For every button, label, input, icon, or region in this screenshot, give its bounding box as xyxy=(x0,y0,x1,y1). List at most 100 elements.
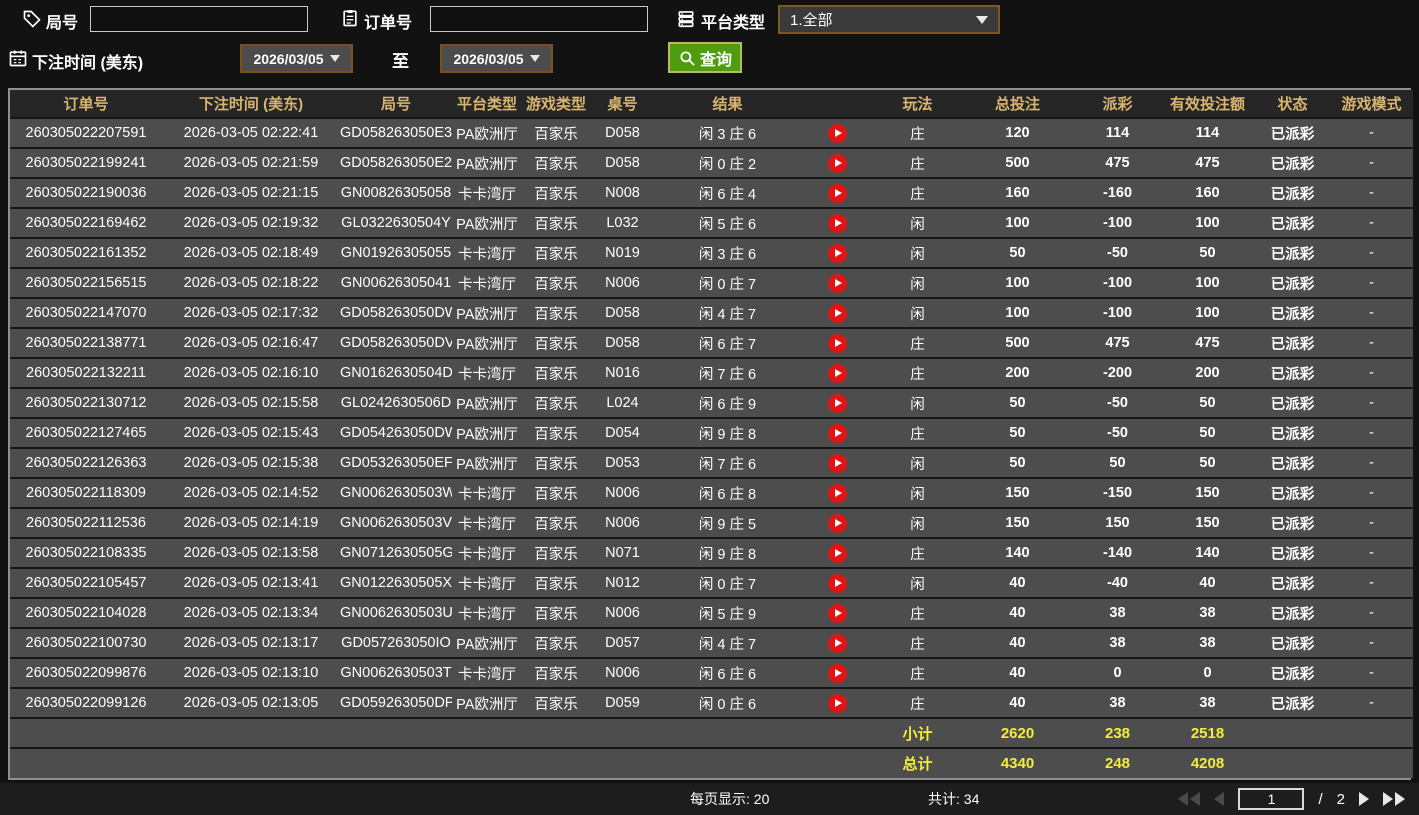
platform-type-select[interactable]: 1.全部 xyxy=(778,5,1000,34)
cell-table-no: D058 xyxy=(590,117,655,148)
cell-game-type: 百家乐 xyxy=(522,417,590,448)
order-number-input[interactable] xyxy=(430,6,648,32)
play-circle-icon[interactable] xyxy=(828,183,847,203)
last-page-icon[interactable] xyxy=(1383,792,1405,806)
cell-game-mode: - xyxy=(1330,327,1413,358)
play-circle-icon[interactable] xyxy=(828,273,847,293)
cell-table-no: D053 xyxy=(590,447,655,478)
cell-total-bet: 160 xyxy=(960,177,1075,208)
table-row: 260305022099126 2026-03-05 02:13:05 GD0592… xyxy=(10,687,1413,718)
cell-game-mode: - xyxy=(1330,567,1413,598)
cell-platform: PA欧洲厅 xyxy=(452,687,522,718)
cell-order-id: 260305022169462 xyxy=(10,207,162,238)
date-to-picker[interactable]: 2026/03/05 xyxy=(440,44,553,73)
play-circle-icon[interactable] xyxy=(828,363,847,383)
cell-status: 已派彩 xyxy=(1255,507,1330,538)
cell-valid-bet: 140 xyxy=(1160,537,1255,568)
tag-icon xyxy=(22,9,42,29)
cell-valid-bet: 100 xyxy=(1160,267,1255,298)
clipboard-icon xyxy=(340,8,360,28)
cell-order-id: 260305022127465 xyxy=(10,417,162,448)
cell-game-type: 百家乐 xyxy=(522,147,590,178)
subtotal-valid-bet: 2518 xyxy=(1160,717,1255,748)
table-row: 260305022190036 2026-03-05 02:21:15 GN0082… xyxy=(10,177,1413,208)
column-header: 订单号 xyxy=(10,90,162,118)
date-from-value: 2026/03/05 xyxy=(253,50,324,67)
table-row: 260305022147070 2026-03-05 02:17:32 GD0582… xyxy=(10,297,1413,328)
subtotal-payout: 238 xyxy=(1075,717,1160,748)
cell-game-type: 百家乐 xyxy=(522,687,590,718)
cell-game-mode: - xyxy=(1330,507,1413,538)
cell-payout: 150 xyxy=(1075,507,1160,538)
cell-game-type: 百家乐 xyxy=(522,567,590,598)
first-page-icon[interactable] xyxy=(1178,792,1201,806)
cell-order-id: 260305022207591 xyxy=(10,117,162,148)
subtotal-total-bet: 2620 xyxy=(960,717,1075,748)
play-circle-icon[interactable] xyxy=(828,453,847,473)
play-circle-icon[interactable] xyxy=(828,243,847,263)
cell-bet-type: 庄 xyxy=(875,147,960,178)
cell-round-id: GD058263050E2 xyxy=(340,147,452,178)
cell-status: 已派彩 xyxy=(1255,207,1330,238)
play-circle-icon[interactable] xyxy=(828,663,847,683)
play-circle-icon[interactable] xyxy=(828,573,847,593)
cell-order-id: 260305022156515 xyxy=(10,267,162,298)
date-from-picker[interactable]: 2026/03/05 xyxy=(240,44,353,73)
cell-status: 已派彩 xyxy=(1255,477,1330,508)
cell-round-id: GN0062630503U xyxy=(340,597,452,628)
cell-bet-time: 2026-03-05 02:13:17 xyxy=(162,627,340,658)
table-row: 260305022105457 2026-03-05 02:13:41 GN0122… xyxy=(10,567,1413,598)
cell-bet-time: 2026-03-05 02:16:10 xyxy=(162,357,340,388)
cell-game-type: 百家乐 xyxy=(522,117,590,148)
cell-payout: -140 xyxy=(1075,537,1160,568)
play-circle-icon[interactable] xyxy=(828,213,847,233)
total-payout: 248 xyxy=(1075,747,1160,778)
cell-round-id: GN0062630503W xyxy=(340,477,452,508)
cell-total-bet: 40 xyxy=(960,567,1075,598)
cell-platform: PA欧洲厅 xyxy=(452,447,522,478)
page-number-input[interactable] xyxy=(1238,788,1305,810)
cell-platform: PA欧洲厅 xyxy=(452,627,522,658)
search-button[interactable]: 查询 xyxy=(668,42,743,73)
play-circle-icon[interactable] xyxy=(828,633,847,653)
play-circle-icon[interactable] xyxy=(828,303,847,323)
play-circle-icon[interactable] xyxy=(828,153,847,173)
play-circle-icon[interactable] xyxy=(828,693,847,713)
cell-bet-time: 2026-03-05 02:15:43 xyxy=(162,417,340,448)
play-circle-icon[interactable] xyxy=(828,483,847,503)
cell-table-no: N006 xyxy=(590,657,655,688)
cell-platform: 卡卡湾厅 xyxy=(452,597,522,628)
cell-order-id: 260305022108335 xyxy=(10,537,162,568)
cell-payout: 38 xyxy=(1075,687,1160,718)
play-circle-icon[interactable] xyxy=(828,393,847,413)
play-circle-icon[interactable] xyxy=(828,603,847,623)
cell-bet-time: 2026-03-05 02:14:52 xyxy=(162,477,340,508)
play-circle-icon[interactable] xyxy=(828,513,847,533)
cell-game-type: 百家乐 xyxy=(522,537,590,568)
play-circle-icon[interactable] xyxy=(828,423,847,443)
cell-game-mode: - xyxy=(1330,267,1413,298)
bet-time-label: 下注时间 (美东) xyxy=(32,55,144,72)
play-circle-icon[interactable] xyxy=(828,543,847,563)
table-row: 260305022130712 2026-03-05 02:15:58 GL0242… xyxy=(10,387,1413,418)
cell-round-id: GD058263050E3 xyxy=(340,117,452,148)
cell-payout: 475 xyxy=(1075,327,1160,358)
round-number-input[interactable] xyxy=(90,6,308,32)
cell-game-type: 百家乐 xyxy=(522,657,590,688)
previous-page-icon[interactable] xyxy=(1214,792,1225,806)
play-circle-icon[interactable] xyxy=(828,123,847,143)
cell-platform: 卡卡湾厅 xyxy=(452,567,522,598)
cell-bet-type: 闲 xyxy=(875,207,960,238)
cell-bet-time: 2026-03-05 02:18:22 xyxy=(162,267,340,298)
cell-valid-bet: 38 xyxy=(1160,687,1255,718)
cell-platform: 卡卡湾厅 xyxy=(452,237,522,268)
cell-total-bet: 500 xyxy=(960,327,1075,358)
play-circle-icon[interactable] xyxy=(828,333,847,353)
cell-result: 闲 7 庄 6 xyxy=(655,357,800,388)
cell-bet-time: 2026-03-05 02:21:15 xyxy=(162,177,340,208)
calendar-icon xyxy=(8,48,28,68)
next-page-icon[interactable] xyxy=(1359,792,1369,806)
cell-round-id: GD053263050EF xyxy=(340,447,452,478)
server-stack-icon xyxy=(676,9,696,29)
column-header: 平台类型 xyxy=(452,90,522,118)
